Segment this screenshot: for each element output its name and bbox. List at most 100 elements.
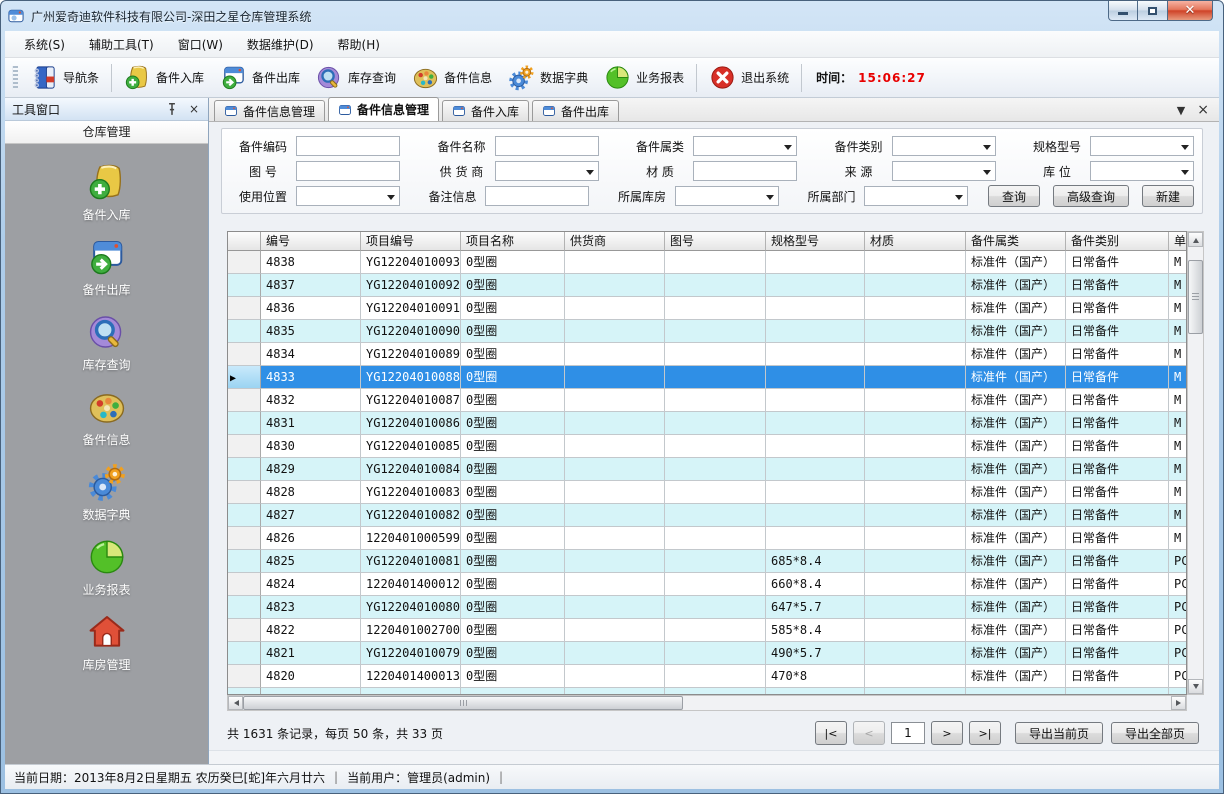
tool-window-close-icon[interactable]: × xyxy=(187,102,201,116)
tab-parts-out[interactable]: 备件出库 xyxy=(532,100,619,121)
row-selector[interactable] xyxy=(228,504,261,527)
table-row[interactable]: 4832YG122040100870型圈标准件（国产）日常备件M xyxy=(228,389,1187,412)
toolbar-grip[interactable] xyxy=(12,66,18,90)
toolbar-parts-info-button[interactable]: 备件信息 xyxy=(404,62,500,94)
table-row[interactable]: 482012204014000130型圈470*8标准件（国产）日常备件PC xyxy=(228,665,1187,688)
row-selector[interactable] xyxy=(228,435,261,458)
table-row[interactable]: 4821YG122040100790型圈490*5.7标准件（国产）日常备件PC xyxy=(228,642,1187,665)
sidebar-item-parts-info[interactable]: 备件信息 xyxy=(37,387,177,448)
table-row[interactable]: 4836YG122040100910型圈标准件（国产）日常备件M xyxy=(228,297,1187,320)
query-button[interactable]: 查询 xyxy=(988,185,1040,207)
field-location-select[interactable] xyxy=(1090,161,1194,181)
field-warehouse-select[interactable] xyxy=(675,186,779,206)
menu-item-window[interactable]: 窗口(W) xyxy=(167,32,234,57)
tab-list-chevron-down-icon[interactable]: ▼ xyxy=(1177,105,1185,116)
tab-parts-in[interactable]: 备件入库 xyxy=(442,100,529,121)
toolbar-parts-in-button[interactable]: 备件入库 xyxy=(116,62,212,94)
advanced-query-button[interactable]: 高级查询 xyxy=(1053,185,1129,207)
field-spec-model-select[interactable] xyxy=(1090,136,1194,156)
field-part-code-input[interactable] xyxy=(296,136,400,156)
next-page-button[interactable]: > xyxy=(931,721,963,745)
column-header-supplier[interactable]: 供货商 xyxy=(565,232,665,251)
vertical-scroll-thumb[interactable] xyxy=(1188,260,1203,334)
last-page-button[interactable]: >| xyxy=(969,721,1001,745)
column-header-part-class[interactable]: 备件属类 xyxy=(966,232,1066,251)
maximize-button[interactable] xyxy=(1138,1,1167,21)
sidebar-item-parts-out[interactable]: 备件出库 xyxy=(37,237,177,298)
table-row[interactable]: 4831YG122040100860型圈标准件（国产）日常备件M xyxy=(228,412,1187,435)
field-part-type-select[interactable] xyxy=(892,136,996,156)
column-header-part-type[interactable]: 备件类别 xyxy=(1066,232,1169,251)
table-row[interactable]: 4837YG122040100920型圈标准件（国产）日常备件M xyxy=(228,274,1187,297)
horizontal-scrollbar[interactable] xyxy=(227,695,1187,711)
row-selector[interactable] xyxy=(228,642,261,665)
row-selector[interactable] xyxy=(228,458,261,481)
field-department-select[interactable] xyxy=(864,186,968,206)
sidebar-item-warehouse-mgmt[interactable]: 库房管理 xyxy=(37,612,177,673)
table-row[interactable]: 4835YG122040100900型圈标准件（国产）日常备件M xyxy=(228,320,1187,343)
table-row[interactable]: 482212204010027000型圈585*8.4标准件（国产）日常备件PC xyxy=(228,619,1187,642)
field-supplier-select[interactable] xyxy=(495,161,599,181)
prev-page-button[interactable]: < xyxy=(853,721,885,745)
toolbar-data-dictionary-button[interactable]: 数据字典 xyxy=(500,62,596,94)
menu-item-aux-tools[interactable]: 辅助工具(T) xyxy=(78,32,165,57)
tab-parts-info-mgmt-1[interactable]: 备件信息管理 xyxy=(214,100,325,121)
tab-close-icon[interactable]: × xyxy=(1197,103,1209,117)
row-selector-header[interactable] xyxy=(228,232,261,251)
field-part-class-select[interactable] xyxy=(693,136,797,156)
first-page-button[interactable]: |< xyxy=(815,721,847,745)
export-all-pages-button[interactable]: 导出全部页 xyxy=(1111,722,1199,744)
row-selector[interactable] xyxy=(228,274,261,297)
table-row[interactable]: 4825YG122040100810型圈685*8.4标准件（国产）日常备件PC xyxy=(228,550,1187,573)
table-row[interactable]: 482412204014000120型圈660*8.4标准件（国产）日常备件PC xyxy=(228,573,1187,596)
field-material-input[interactable] xyxy=(693,161,797,181)
sidebar-item-data-dictionary[interactable]: 数据字典 xyxy=(37,462,177,523)
horizontal-scroll-thumb[interactable] xyxy=(243,696,683,710)
scroll-right-icon[interactable] xyxy=(1171,696,1186,710)
column-header-project-no[interactable]: 项目编号 xyxy=(361,232,461,251)
menu-item-data-maintenance[interactable]: 数据维护(D) xyxy=(236,32,325,57)
scroll-up-icon[interactable] xyxy=(1188,232,1203,247)
column-header-material[interactable]: 材质 xyxy=(865,232,966,251)
table-row[interactable]: 4830YG122040100850型圈标准件（国产）日常备件M xyxy=(228,435,1187,458)
row-selector[interactable] xyxy=(228,343,261,366)
sidebar-item-inventory-query[interactable]: 库存查询 xyxy=(37,312,177,373)
field-source-select[interactable] xyxy=(892,161,996,181)
table-row[interactable]: 4828YG122040100830型圈标准件（国产）日常备件M xyxy=(228,481,1187,504)
table-row[interactable]: ▶4833YG122040100880型圈标准件（国产）日常备件M xyxy=(228,366,1187,389)
sidebar-item-parts-in[interactable]: 备件入库 xyxy=(37,162,177,223)
row-selector[interactable] xyxy=(228,389,261,412)
menu-item-help[interactable]: 帮助(H) xyxy=(327,32,391,57)
sidebar-item-business-report[interactable]: 业务报表 xyxy=(37,537,177,598)
row-selector[interactable] xyxy=(228,412,261,435)
toolbar-inventory-query-button[interactable]: 库存查询 xyxy=(308,62,404,94)
toolbar-nav-bar-button[interactable]: 导航条 xyxy=(23,62,107,94)
row-selector[interactable] xyxy=(228,665,261,688)
column-header-unit[interactable]: 单位 xyxy=(1169,232,1187,251)
row-selector[interactable] xyxy=(228,573,261,596)
table-row[interactable]: 4827YG122040100820型圈标准件（国产）日常备件M xyxy=(228,504,1187,527)
row-selector[interactable] xyxy=(228,481,261,504)
column-header-spec[interactable]: 规格型号 xyxy=(766,232,865,251)
row-selector[interactable] xyxy=(228,550,261,573)
row-selector[interactable] xyxy=(228,297,261,320)
field-use-position-select[interactable] xyxy=(296,186,400,206)
table-row[interactable]: 4834YG122040100890型圈标准件（国产）日常备件M xyxy=(228,343,1187,366)
column-header-drawing-no[interactable]: 图号 xyxy=(665,232,766,251)
column-header-id[interactable]: 编号 xyxy=(261,232,361,251)
new-button[interactable]: 新建 xyxy=(1142,185,1194,207)
table-row[interactable]: 4838YG122040100930型圈标准件（国产）日常备件M xyxy=(228,251,1187,274)
field-remark-input[interactable] xyxy=(485,186,589,206)
row-selector[interactable]: ▶ xyxy=(228,366,261,389)
menu-item-system[interactable]: 系统(S) xyxy=(13,32,76,57)
row-selector[interactable] xyxy=(228,251,261,274)
tab-parts-info-mgmt-2[interactable]: 备件信息管理 xyxy=(328,97,439,121)
scroll-down-icon[interactable] xyxy=(1188,679,1203,694)
minimize-button[interactable] xyxy=(1108,1,1138,21)
scroll-left-icon[interactable] xyxy=(228,696,243,710)
close-button[interactable]: ✕ xyxy=(1167,1,1213,21)
field-part-name-input[interactable] xyxy=(495,136,599,156)
table-row[interactable]: 4823YG122040100800型圈647*5.7标准件（国产）日常备件PC xyxy=(228,596,1187,619)
export-current-page-button[interactable]: 导出当前页 xyxy=(1015,722,1103,744)
table-row[interactable]: 482612204010005990型圈标准件（国产）日常备件M xyxy=(228,527,1187,550)
